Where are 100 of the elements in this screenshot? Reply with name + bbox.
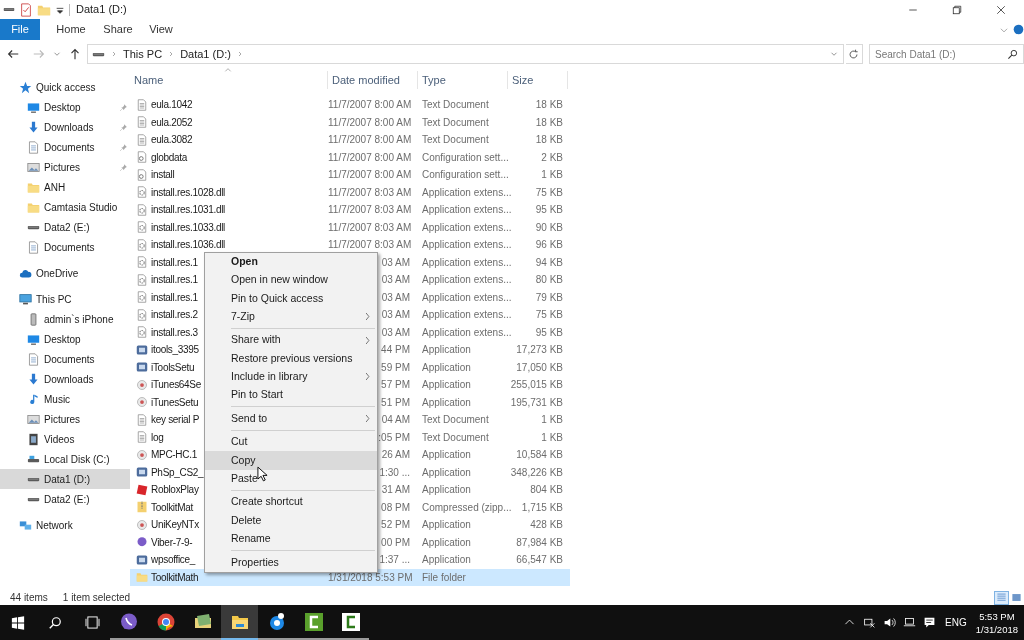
nav-item[interactable]: Documents	[0, 237, 130, 257]
file-name[interactable]: install	[151, 167, 175, 183]
menu-item[interactable]: Include in library	[205, 367, 377, 386]
file-name[interactable]: install.res.3	[151, 324, 198, 340]
menu-item[interactable]: Paste	[205, 469, 377, 488]
menu-item[interactable]: Share with	[205, 331, 377, 350]
nav-item[interactable]: Desktop	[0, 97, 130, 117]
column-header[interactable]: Size	[512, 71, 534, 89]
start-button[interactable]	[11, 615, 25, 630]
file-name[interactable]: eula.3082	[151, 132, 193, 148]
nav-item[interactable]: Data2 (E:)	[0, 217, 130, 237]
letter-c-tile-icon[interactable]	[303, 611, 324, 632]
nav-item[interactable]: Documents	[0, 349, 130, 369]
file-name[interactable]: key serial P	[151, 412, 200, 428]
volume-icon[interactable]	[882, 616, 896, 629]
nav-item[interactable]: Pictures	[0, 157, 130, 177]
nav-item[interactable]: OneDrive	[0, 263, 130, 283]
nav-item[interactable]: Pictures	[0, 409, 130, 429]
task-view-icon[interactable]	[84, 616, 100, 629]
file-name[interactable]: iTunes64Se	[151, 377, 201, 393]
file-name[interactable]: install.res.1031.dll	[151, 202, 226, 218]
back-button[interactable]	[6, 47, 20, 61]
search-icon[interactable]	[48, 615, 62, 630]
nav-item[interactable]: Desktop	[0, 329, 130, 349]
file-name[interactable]: ToolkitMat	[151, 499, 193, 515]
letter-c-tile-icon[interactable]	[340, 611, 361, 632]
menu-item[interactable]: Restore previous versions	[205, 349, 377, 368]
file-name[interactable]: MPC-HC.1	[151, 447, 197, 463]
nav-item[interactable]: Local Disk (C:)	[0, 449, 130, 469]
close-button[interactable]	[995, 3, 1007, 16]
search-field[interactable]: Search Data1 (D:)	[869, 44, 1024, 64]
file-menu-tab[interactable]: File	[0, 19, 40, 40]
notification-icon[interactable]	[922, 616, 936, 629]
column-header[interactable]: Date modified	[332, 71, 400, 89]
file-name[interactable]: ToolkitMath	[151, 569, 199, 585]
nav-item[interactable]: Videos	[0, 429, 130, 449]
menu-item[interactable]: Pin to Quick access	[205, 289, 377, 308]
menu-item[interactable]: Send to	[205, 409, 377, 428]
file-name[interactable]: itools_3395	[151, 342, 199, 358]
file-name[interactable]: eula.2052	[151, 114, 193, 130]
taskbar-app-button[interactable]	[221, 605, 258, 640]
address-bar[interactable]: This PC Data1 (D:)	[87, 44, 844, 64]
file-name[interactable]: install.res.1	[151, 254, 198, 270]
nav-item[interactable]: admin`s iPhone	[0, 309, 130, 329]
browser-icon[interactable]	[155, 611, 176, 632]
file-name[interactable]: log	[151, 429, 164, 445]
nav-item[interactable]: Quick access	[0, 77, 130, 97]
file-name[interactable]: iTunesSetu	[151, 394, 199, 410]
laptop-icon[interactable]	[902, 616, 916, 629]
file-name[interactable]: install.res.1036.dll	[151, 237, 226, 253]
chat-bubble-icon[interactable]	[118, 611, 139, 632]
nav-item[interactable]: ANH	[0, 177, 130, 197]
file-name[interactable]: iToolsSetu	[151, 359, 195, 375]
file-name[interactable]: install.res.2	[151, 307, 198, 323]
nav-item[interactable]: This PC	[0, 289, 130, 309]
search-input[interactable]: Search Data1 (D:)	[875, 46, 1007, 62]
nav-item[interactable]: Music	[0, 389, 130, 409]
help-icon[interactable]	[1013, 24, 1024, 35]
menu-item[interactable]: 7-Zip	[205, 307, 377, 326]
restore-button[interactable]	[951, 3, 963, 16]
menu-item[interactable]: Properties	[205, 553, 377, 572]
ribbon-tab[interactable]: Share	[95, 19, 141, 40]
menu-item[interactable]: Open in new window	[205, 271, 377, 290]
language-indicator[interactable]: ENG	[945, 615, 967, 630]
file-name[interactable]: PhSp_CS2_	[151, 464, 204, 480]
menu-item[interactable]: Open	[205, 253, 377, 272]
refresh-button[interactable]	[848, 48, 860, 60]
nav-item[interactable]: Camtasia Studio	[0, 197, 130, 217]
column-header[interactable]: Name	[134, 71, 164, 89]
menu-item[interactable]: Pin to Start	[205, 385, 377, 404]
file-name[interactable]: globdata	[151, 149, 187, 165]
up-button[interactable]	[68, 47, 82, 61]
file-name[interactable]: Viber-7-9-	[151, 534, 193, 550]
file-name[interactable]: install.res.1028.dll	[151, 184, 226, 200]
nav-item[interactable]: Network	[0, 515, 130, 535]
menu-item[interactable]: Copy	[205, 451, 377, 470]
file-name[interactable]: install.res.1	[151, 272, 198, 288]
menu-item[interactable]: Cut	[205, 433, 377, 452]
file-name[interactable]: install.res.1033.dll	[151, 219, 226, 235]
ribbon-tab[interactable]: Home	[47, 19, 95, 40]
menu-item[interactable]: Create shortcut	[205, 493, 377, 512]
column-header[interactable]: Type	[422, 71, 446, 89]
file-name[interactable]: UniKeyNTx	[151, 517, 199, 533]
nav-item[interactable]: Data1 (D:)	[0, 469, 130, 489]
nav-item[interactable]: Downloads	[0, 369, 130, 389]
breadcrumb[interactable]: Data1 (D:)	[180, 45, 231, 63]
file-name[interactable]: install.res.1	[151, 289, 198, 305]
nav-item[interactable]: Downloads	[0, 117, 130, 137]
menu-item[interactable]: Delete	[205, 511, 377, 530]
nav-item[interactable]: Data2 (E:)	[0, 489, 130, 509]
clock-date[interactable]: 1/31/2018	[975, 622, 1018, 636]
clock-time[interactable]: 5:53 PM	[979, 609, 1015, 623]
file-name[interactable]: eula.1042	[151, 97, 193, 113]
ribbon-tab[interactable]: View	[141, 19, 181, 40]
breadcrumb[interactable]: This PC	[123, 45, 163, 63]
menu-item[interactable]: Rename	[205, 529, 377, 548]
file-name[interactable]: RobloxPlay	[151, 482, 199, 498]
nav-item[interactable]: Documents	[0, 137, 130, 157]
network-icon[interactable]	[862, 616, 876, 629]
file-name[interactable]: wpsoffice_	[151, 552, 196, 568]
